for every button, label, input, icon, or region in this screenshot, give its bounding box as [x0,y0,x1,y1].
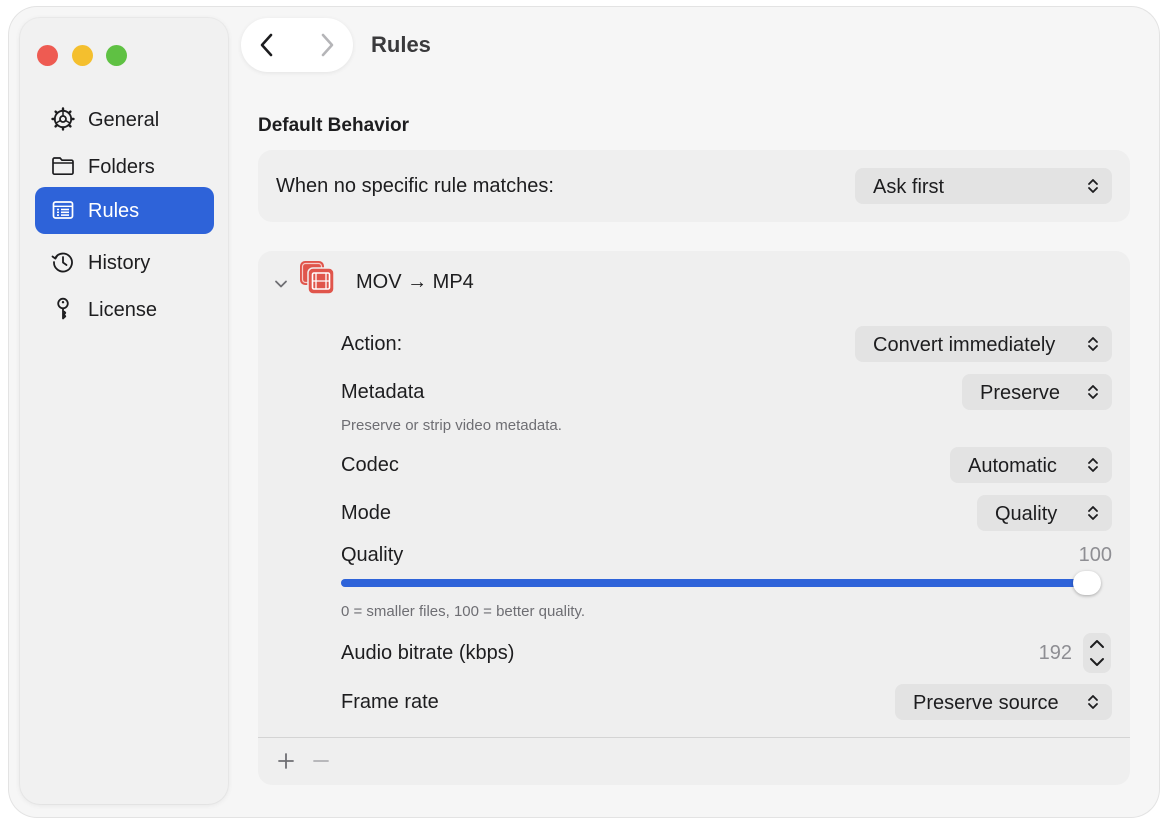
popup-value: Convert immediately [873,334,1056,356]
sidebar-item-label: License [88,299,157,321]
popup-value: Automatic [968,455,1057,477]
gear-icon [51,107,75,131]
metadata-help-text: Preserve or strip video metadata. [341,417,562,434]
popup-value: Ask first [873,176,945,198]
popup-value: Preserve [980,382,1061,404]
sidebar-item-license[interactable]: License [35,286,214,333]
sidebar-item-general[interactable]: General [35,96,214,143]
mode-label: Mode [341,502,392,524]
folder-icon [52,157,74,176]
default-behavior-card: When no specific rule matches: Ask first [258,150,1130,222]
sidebar-item-label: History [88,252,151,274]
frame-rate-label: Frame rate [341,691,439,713]
popup-value: Preserve source [913,692,1059,714]
settings-window: General Folders Rules History License Ru… [9,7,1159,817]
sidebar-item-rules[interactable]: Rules [35,187,214,234]
audio-bitrate-label: Audio bitrate (kbps) [341,642,515,664]
section-heading: Default Behavior [258,115,409,136]
metadata-popup[interactable]: Preserve [962,374,1112,410]
audio-bitrate-value[interactable]: 192 [1039,642,1072,665]
rule-title[interactable]: MOV → MP4 [356,271,474,294]
up-down-chevron-icon [1088,506,1098,520]
quality-slider[interactable] [341,571,1101,595]
history-clock-icon [51,252,73,273]
navigation-buttons [241,18,353,72]
page-title: Rules [371,32,431,57]
quality-value: 100 [1078,544,1112,566]
codec-popup[interactable]: Automatic [950,447,1112,483]
up-down-chevron-icon [1088,458,1098,472]
sidebar: General Folders Rules History License [20,18,228,804]
sidebar-item-history[interactable]: History [35,239,214,286]
minimize-window-button[interactable] [72,45,93,66]
audio-bitrate-stepper[interactable] [1083,633,1111,673]
back-chevron-icon[interactable] [255,31,279,59]
quality-help-text: 0 = smaller files, 100 = better quality. [341,603,586,620]
quality-label: Quality [341,544,404,566]
codec-label: Codec [341,454,399,476]
action-popup[interactable]: Convert immediately [855,326,1112,362]
forward-chevron-icon[interactable] [315,31,339,59]
rules-list-icon [52,201,74,219]
default-behavior-popup[interactable]: Ask first [855,168,1112,204]
add-rule-plus-icon[interactable] [276,751,296,771]
stepper-down-chevron-icon[interactable] [1087,654,1107,670]
close-window-button[interactable] [37,45,58,66]
sidebar-item-label: Rules [88,200,140,222]
action-label: Action: [341,333,403,355]
default-behavior-label: When no specific rule matches: [276,175,554,197]
up-down-chevron-icon [1088,337,1098,351]
sidebar-item-label: Folders [88,156,155,178]
metadata-label: Metadata [341,381,425,403]
sidebar-item-label: General [88,109,160,131]
disclosure-chevron-down-icon[interactable] [272,275,290,293]
popup-value: Quality [995,503,1058,525]
up-down-chevron-icon [1088,385,1098,399]
zoom-window-button[interactable] [106,45,127,66]
remove-rule-minus-icon[interactable] [311,751,331,771]
key-icon [57,297,69,320]
sidebar-item-folders[interactable]: Folders [35,143,214,190]
rule-card: MOV → MP4 Action: Convert immediately Me… [258,251,1130,785]
video-file-icon [300,261,335,295]
mode-popup[interactable]: Quality [977,495,1112,531]
frame-rate-popup[interactable]: Preserve source [895,684,1112,720]
up-down-chevron-icon [1088,695,1098,709]
quality-slider-knob[interactable] [1073,571,1101,595]
divider [258,737,1130,738]
stepper-up-chevron-icon[interactable] [1087,636,1107,652]
up-down-chevron-icon [1088,179,1098,193]
quality-slider-fill [341,579,1087,587]
